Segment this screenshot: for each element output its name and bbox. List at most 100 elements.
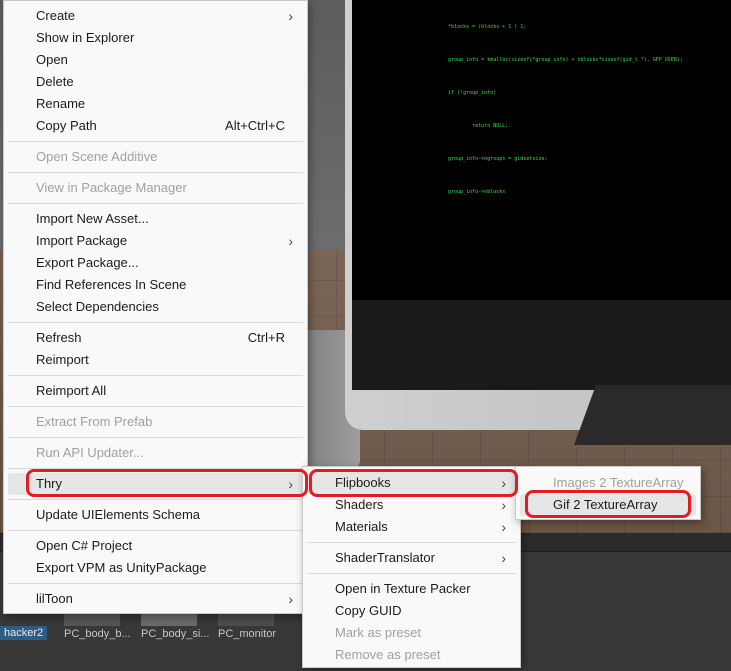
menu-item-label: Reimport All: [36, 383, 107, 398]
chevron-right-icon: ›: [288, 476, 293, 492]
menu-item-label: Export VPM as UnityPackage: [36, 560, 207, 575]
asset-label[interactable]: PC_body_b...: [64, 628, 131, 640]
menu-item-label: Extract From Prefab: [36, 414, 153, 429]
chevron-right-icon: ›: [288, 8, 293, 24]
menu-item-mark-as-preset: Mark as preset: [307, 622, 516, 644]
menu-item-rename[interactable]: Rename: [8, 93, 303, 115]
menu-item-label: Update UIElements Schema: [36, 507, 201, 522]
menu-item-remove-as-preset: Remove as preset: [307, 644, 516, 666]
menu-item-show-in-explorer[interactable]: Show in Explorer: [8, 27, 303, 49]
menu-item-create[interactable]: Create ›: [8, 5, 303, 27]
menu-item-delete[interactable]: Delete: [8, 71, 303, 93]
menu-item-reimport-all[interactable]: Reimport All: [8, 380, 303, 402]
code-line: *blocks = (blocks + 1 ) 1;: [430, 24, 527, 30]
menu-separator: [8, 437, 303, 438]
menu-item-label: Flipbooks: [335, 475, 391, 490]
menu-item-label: Copy Path: [36, 118, 97, 133]
menu-item-label: Export Package...: [36, 255, 139, 270]
menu-item-reimport[interactable]: Reimport: [8, 349, 303, 371]
menu-separator: [8, 322, 303, 323]
menu-item-label: Run API Updater...: [36, 445, 144, 460]
menu-separator: [8, 141, 303, 142]
menu-item-shadertranslator[interactable]: ShaderTranslator ›: [307, 547, 516, 569]
menu-item-label: Materials: [335, 519, 388, 534]
asset-label-selected[interactable]: hacker2: [0, 626, 48, 640]
menu-item-label: Open: [36, 52, 68, 67]
shortcut-text: Ctrl+R: [247, 330, 285, 345]
code-line: return NULL;: [430, 123, 509, 129]
menu-item-export-vpm[interactable]: Export VPM as UnityPackage: [8, 557, 303, 579]
menu-item-label: Refresh: [36, 330, 82, 345]
menu-item-label: Open in Texture Packer: [335, 581, 471, 596]
menu-item-label: lilToon: [36, 591, 73, 606]
menu-item-flipbooks[interactable]: Flipbooks ›: [307, 472, 516, 494]
menu-item-label: Import New Asset...: [36, 211, 149, 226]
menu-item-label: Mark as preset: [335, 625, 421, 640]
menu-item-label: Open Scene Additive: [36, 149, 158, 164]
menu-item-label: Show in Explorer: [36, 30, 135, 45]
asset-label[interactable]: PC_body_si...: [141, 628, 209, 640]
menu-item-export-package[interactable]: Export Package...: [8, 252, 303, 274]
menu-item-label: View in Package Manager: [36, 180, 187, 195]
context-menu-main: Create › Show in Explorer Open Delete Ren…: [3, 0, 308, 614]
chevron-right-icon: ›: [288, 591, 293, 607]
menu-separator: [307, 573, 516, 574]
code-line: group_info->nblocks: [430, 189, 506, 195]
menu-item-label: ShaderTranslator: [335, 550, 435, 565]
menu-item-shaders[interactable]: Shaders ›: [307, 494, 516, 516]
menu-item-open-csharp-project[interactable]: Open C# Project: [8, 535, 303, 557]
monitor-bezel: [352, 300, 731, 390]
menu-item-copy-path[interactable]: Copy Path Alt+Ctrl+C: [8, 115, 303, 137]
chevron-right-icon: ›: [501, 550, 506, 566]
menu-item-label: Gif 2 TextureArray: [553, 497, 658, 512]
menu-item-import-new-asset[interactable]: Import New Asset...: [8, 208, 303, 230]
menu-item-open[interactable]: Open: [8, 49, 303, 71]
menu-separator: [8, 406, 303, 407]
menu-item-label: Import Package: [36, 233, 128, 248]
menu-item-materials[interactable]: Materials ›: [307, 516, 516, 538]
context-menu-thry: Flipbooks › Shaders › Materials › ShaderTra…: [302, 466, 521, 668]
menu-separator: [8, 375, 303, 376]
menu-item-label: Copy GUID: [335, 603, 402, 618]
menu-separator: [8, 499, 303, 500]
menu-item-label: Find References In Scene: [36, 277, 187, 292]
keyboard-base: [574, 385, 731, 445]
menu-item-view-in-package-manager: View in Package Manager: [8, 177, 303, 199]
menu-item-gif-2-texturearray[interactable]: Gif 2 TextureArray: [520, 494, 696, 516]
menu-separator: [8, 172, 303, 173]
menu-separator: [8, 468, 303, 469]
menu-separator: [8, 583, 303, 584]
chevron-right-icon: ›: [501, 475, 506, 491]
screen-code: *blocks = (blocks + 1 ) 1; group_info = …: [430, 0, 730, 220]
menu-item-label: Images 2 TextureArray: [553, 475, 684, 490]
code-line: group_info->ngroups = gidsetsize;: [430, 156, 548, 162]
menu-item-select-dependencies[interactable]: Select Dependencies: [8, 296, 303, 318]
menu-item-thry[interactable]: Thry ›: [8, 473, 303, 495]
menu-item-label: Thry: [36, 476, 62, 491]
menu-item-images-2-texturearray: Images 2 TextureArray: [520, 472, 696, 494]
menu-item-liltoon[interactable]: lilToon ›: [8, 588, 303, 610]
menu-separator: [307, 542, 516, 543]
menu-item-label: Select Dependencies: [36, 299, 159, 314]
menu-item-refresh[interactable]: Refresh Ctrl+R: [8, 327, 303, 349]
menu-item-copy-guid[interactable]: Copy GUID: [307, 600, 516, 622]
menu-separator: [8, 530, 303, 531]
menu-item-update-uielements-schema[interactable]: Update UIElements Schema: [8, 504, 303, 526]
chevron-right-icon: ›: [501, 497, 506, 513]
menu-item-run-api-updater: Run API Updater...: [8, 442, 303, 464]
menu-item-open-in-texture-packer[interactable]: Open in Texture Packer: [307, 578, 516, 600]
shortcut-text: Alt+Ctrl+C: [225, 118, 285, 133]
menu-item-label: Open C# Project: [36, 538, 133, 553]
code-line: if (!group_info): [430, 90, 497, 96]
code-line: group_info = kmalloc(sizeof(*group_info)…: [430, 57, 683, 63]
menu-item-label: Create: [36, 8, 76, 23]
menu-item-label: Remove as preset: [335, 647, 441, 662]
menu-item-find-references[interactable]: Find References In Scene: [8, 274, 303, 296]
menu-item-import-package[interactable]: Import Package ›: [8, 230, 303, 252]
asset-label[interactable]: PC_monitor: [218, 628, 276, 640]
menu-item-label: Delete: [36, 74, 74, 89]
menu-item-extract-from-prefab: Extract From Prefab: [8, 411, 303, 433]
chevron-right-icon: ›: [501, 519, 506, 535]
menu-separator: [8, 203, 303, 204]
menu-item-label: Shaders: [335, 497, 384, 512]
